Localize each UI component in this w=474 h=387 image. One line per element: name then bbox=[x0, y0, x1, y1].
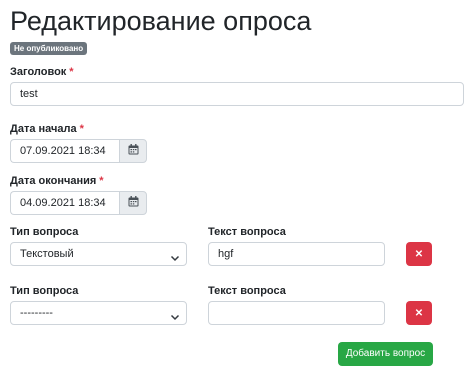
required-mark: * bbox=[79, 123, 84, 135]
question-text-label: Текст вопроса bbox=[208, 285, 286, 297]
question-text-input[interactable] bbox=[208, 301, 385, 325]
chevron-down-icon bbox=[170, 308, 180, 321]
start-date-input[interactable]: 07.09.2021 18:34 bbox=[10, 139, 119, 163]
page-title: Редактирование опроса bbox=[10, 6, 312, 36]
chevron-down-icon bbox=[170, 249, 180, 262]
close-icon: ✕ bbox=[414, 307, 424, 319]
calendar-icon bbox=[128, 142, 139, 160]
end-date-group: 04.09.2021 18:34 bbox=[10, 191, 147, 215]
title-input[interactable]: test bbox=[10, 82, 464, 106]
question-type-value: --------- bbox=[20, 307, 53, 319]
title-label-text: Заголовок bbox=[10, 66, 67, 78]
end-date-label: Дата окончания * bbox=[10, 175, 104, 187]
question-text-label: Текст вопроса bbox=[208, 226, 286, 238]
title-label: Заголовок * bbox=[10, 66, 74, 78]
question-type-value: Текстовый bbox=[20, 248, 74, 260]
question-type-label: Тип вопроса bbox=[10, 285, 79, 297]
start-date-label: Дата начала * bbox=[10, 123, 84, 135]
end-date-picker-button[interactable] bbox=[119, 191, 147, 215]
delete-question-button[interactable]: ✕ bbox=[406, 242, 432, 266]
close-icon: ✕ bbox=[414, 248, 424, 260]
end-date-label-text: Дата окончания bbox=[10, 175, 97, 187]
add-question-button[interactable]: Добавить вопрос bbox=[338, 342, 433, 366]
start-date-group: 07.09.2021 18:34 bbox=[10, 139, 147, 163]
question-type-label: Тип вопроса bbox=[10, 226, 79, 238]
question-type-select[interactable]: Текстовый bbox=[10, 242, 187, 266]
start-date-picker-button[interactable] bbox=[119, 139, 147, 163]
required-mark: * bbox=[99, 175, 104, 187]
calendar-icon bbox=[128, 194, 139, 212]
question-text-input[interactable]: hgf bbox=[208, 242, 385, 266]
question-type-select[interactable]: --------- bbox=[10, 301, 187, 325]
delete-question-button[interactable]: ✕ bbox=[406, 301, 432, 325]
end-date-input[interactable]: 04.09.2021 18:34 bbox=[10, 191, 119, 215]
start-date-label-text: Дата начала bbox=[10, 123, 77, 135]
required-mark: * bbox=[69, 66, 74, 78]
status-badge: Не опубликовано bbox=[10, 42, 88, 55]
